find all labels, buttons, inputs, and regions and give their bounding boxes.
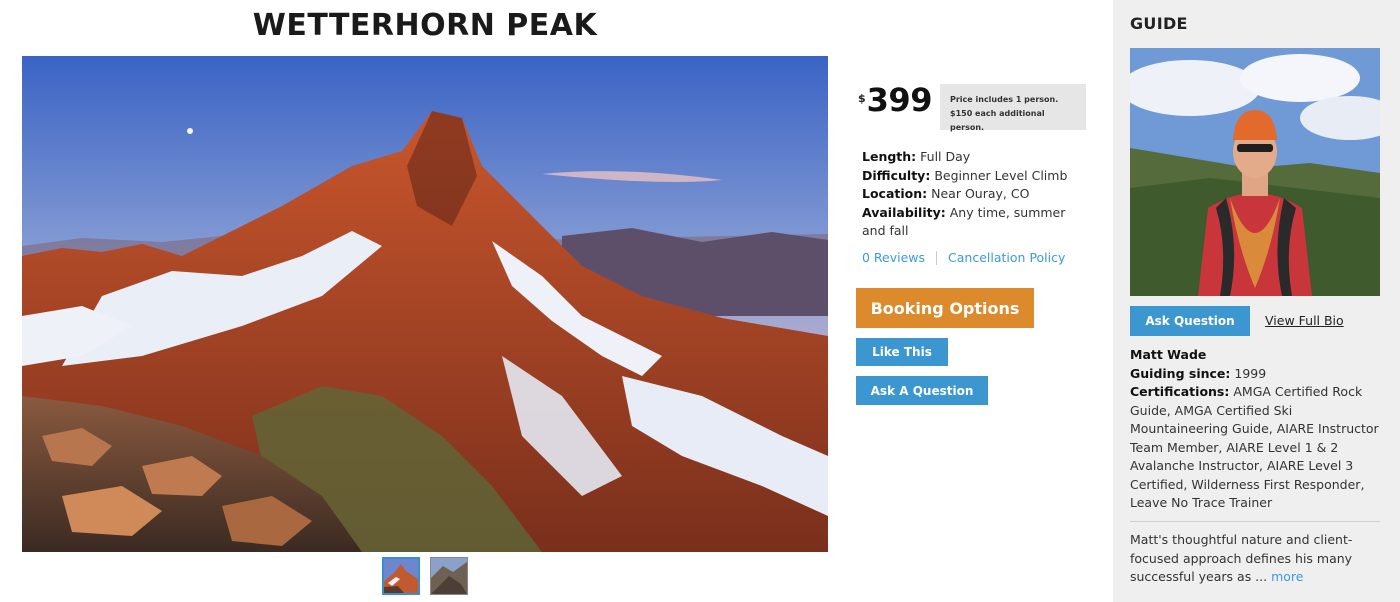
view-full-bio-link[interactable]: View Full Bio (1265, 313, 1344, 328)
detail-value: Beginner Level Climb (934, 167, 1068, 183)
guiding-since-label: Guiding since: (1130, 365, 1231, 381)
cancellation-policy-link[interactable]: Cancellation Policy (948, 250, 1065, 265)
info-links: 0 Reviews Cancellation Policy (862, 250, 1065, 265)
detail-location: Location: Near Ouray, CO (862, 185, 1092, 204)
booking-options-button[interactable]: Booking Options (856, 288, 1034, 328)
detail-availability: Availability: Any time, summer and fall (862, 204, 1092, 241)
page-title: WETTERHORN PEAK (252, 8, 598, 43)
more-link[interactable]: more (1271, 569, 1303, 584)
thumbnail-strip (382, 557, 468, 595)
ask-question-button[interactable]: Ask A Question (856, 376, 988, 405)
detail-difficulty: Difficulty: Beginner Level Climb (862, 167, 1092, 186)
guide-ask-question-button[interactable]: Ask Question (1130, 306, 1250, 336)
price-note-line-1: Price includes 1 person. (950, 95, 1059, 104)
detail-label: Difficulty: (862, 167, 931, 183)
detail-length: Length: Full Day (862, 148, 1092, 167)
hero-image[interactable] (22, 56, 828, 552)
price-display: $ 399 (858, 84, 932, 116)
guide-photo (1130, 48, 1380, 296)
currency-symbol: $ (858, 92, 866, 105)
trip-details: Length: Full Day Difficulty: Beginner Le… (862, 148, 1092, 241)
detail-label: Location: (862, 186, 928, 201)
link-divider (936, 250, 938, 265)
detail-label: Length: (862, 149, 917, 164)
guide-heading: GUIDE (1130, 14, 1188, 33)
detail-value: Near Ouray, CO (931, 186, 1030, 201)
price-value: 399 (866, 81, 933, 119)
guiding-since-value: 1999 (1234, 365, 1267, 381)
certifications-value: AMGA Certified Rock Guide, AMGA Certifie… (1130, 384, 1379, 510)
reviews-link[interactable]: 0 Reviews (862, 250, 925, 265)
guide-description: Matt's thoughtful nature and client-focu… (1130, 531, 1380, 587)
guide-divider (1130, 521, 1380, 522)
guide-info: Matt Wade Guiding since: 1999 Certificat… (1130, 346, 1382, 513)
price-note-line-2: $150 each additional person. (950, 109, 1045, 132)
thumbnail-rock[interactable] (430, 557, 468, 595)
guide-name: Matt Wade (1130, 347, 1207, 362)
thumbnail-peak[interactable] (382, 557, 420, 595)
detail-value: Full Day (920, 149, 971, 164)
like-this-button[interactable]: Like This (856, 338, 948, 366)
guide-description-text: Matt's thoughtful nature and client-focu… (1130, 532, 1353, 584)
price-note: Price includes 1 person. $150 each addit… (940, 84, 1086, 132)
certifications-label: Certifications: (1130, 384, 1230, 399)
detail-label: Availability: (862, 204, 946, 220)
